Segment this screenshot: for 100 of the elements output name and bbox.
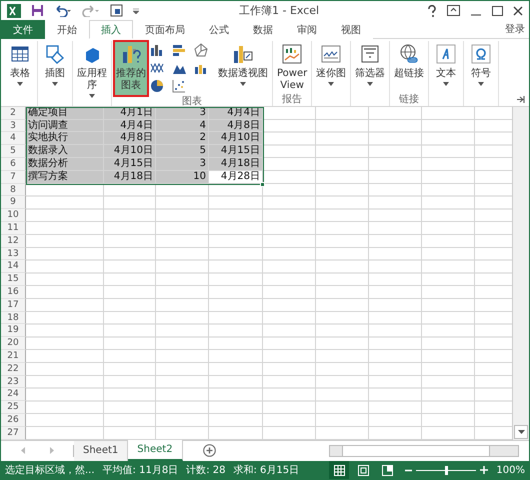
table-cell: 4月10日	[104, 145, 156, 158]
page-icon	[358, 464, 369, 476]
shapes-icon	[44, 42, 66, 65]
table-cell: 10	[156, 170, 209, 184]
ribbon-button[interactable]: 表格	[5, 40, 35, 94]
row-number: 26	[1, 414, 26, 427]
page-break-icon	[382, 464, 393, 476]
zoom-thumb[interactable]	[444, 466, 448, 474]
row-number: 5	[1, 145, 26, 158]
bar-chart-icon[interactable]	[150, 42, 164, 57]
close-icon[interactable]	[513, 6, 523, 16]
table-cell: 实地执行	[26, 132, 104, 146]
window-title: 工作簿1 - Excel	[239, 3, 320, 18]
table-cell: 4月8日	[104, 132, 156, 146]
row-number: 6	[1, 158, 26, 171]
sum-value: 求和: 6月15日	[233, 464, 300, 477]
row-number: 14	[1, 260, 26, 274]
count-value: 计数: 28	[186, 464, 226, 477]
scroll-down-icon[interactable]	[518, 430, 524, 434]
row-number: 11	[1, 222, 26, 235]
sheet-tab[interactable]: Sheet1	[74, 440, 128, 461]
table-cell: 4月18日	[209, 158, 263, 171]
table-cell: 4月18日	[104, 170, 156, 184]
save-icon[interactable]	[31, 4, 44, 18]
sheet-tab[interactable]: Sheet2	[128, 440, 183, 461]
average-value: 平均值: 11月8日	[102, 464, 178, 477]
row-number: 21	[1, 350, 26, 363]
row-number: 12	[1, 234, 26, 248]
table-cell: 访问调查	[26, 120, 104, 132]
row-number: 18	[1, 312, 26, 324]
ribbon-button[interactable]: 推荐的 图表	[114, 40, 148, 96]
row-number: 4	[1, 132, 26, 146]
table-cell: 撰写方案	[26, 170, 104, 184]
line-chart-icon[interactable]	[150, 60, 164, 75]
globe-link-icon	[398, 42, 420, 65]
row-number: 19	[1, 324, 26, 338]
radar-chart-icon[interactable]	[194, 42, 208, 57]
ribbon-button[interactable]: 符号	[466, 40, 496, 94]
ribbon-display-icon[interactable]	[447, 5, 460, 16]
group-label: 图表	[181, 96, 203, 108]
sign-in-link[interactable]: 登录	[505, 22, 529, 36]
fill-handle[interactable]	[260, 182, 265, 187]
row-number: 7	[1, 170, 26, 184]
chart-board-icon	[281, 42, 304, 65]
ribbon-button[interactable]: 筛选器	[353, 40, 388, 94]
ribbon-button[interactable]: 数据透视图	[216, 40, 270, 96]
ribbon-button[interactable]: 文本	[431, 40, 462, 94]
grid-icon	[334, 464, 345, 476]
row-number: 9	[1, 196, 26, 210]
row-number: 16	[1, 286, 26, 299]
form-icon[interactable]	[110, 4, 123, 18]
table-cell: 2	[156, 132, 209, 146]
customize-caret-icon[interactable]	[133, 8, 139, 14]
spreadsheet-logo-icon	[7, 4, 21, 18]
filter-icon	[359, 42, 382, 65]
row-number: 22	[1, 362, 26, 376]
table-cell: 3	[156, 158, 209, 171]
ribbon-button[interactable]: 超链接	[392, 40, 426, 94]
row-number: 10	[1, 209, 26, 222]
table-cell: 4月8日	[209, 120, 263, 132]
undo-icon[interactable]	[54, 4, 72, 17]
row-number: 8	[1, 184, 26, 196]
horizontal-bar-chart-icon[interactable]	[172, 42, 186, 57]
table-cell: 4月15日	[104, 158, 156, 171]
ribbon-button[interactable]: 迷你图	[314, 40, 348, 94]
normal-view-button[interactable]	[329, 461, 350, 479]
row-number: 20	[1, 337, 26, 350]
collapse-ribbon-icon[interactable]	[517, 96, 525, 103]
ribbon-button[interactable]: 插图	[40, 40, 70, 94]
row-number: 25	[1, 401, 26, 414]
table-cell: 数据录入	[26, 145, 104, 158]
scatter-chart-icon[interactable]	[172, 78, 186, 93]
horizontal-scrollbar[interactable]	[329, 444, 519, 457]
zoom-level[interactable]: 100%	[496, 464, 525, 476]
row-number: 2	[1, 106, 26, 120]
ribbon-button[interactable]: Power View	[275, 40, 310, 94]
help-icon[interactable]	[427, 4, 437, 17]
pie-chart-icon[interactable]	[150, 78, 164, 93]
group-label: 报告	[281, 94, 304, 106]
omega-icon	[470, 42, 492, 65]
add-sheet-icon[interactable]	[202, 444, 216, 458]
zoom-in-icon[interactable]	[480, 466, 488, 474]
row-number: 23	[1, 376, 26, 388]
ribbon-tab[interactable]: 插入	[89, 20, 133, 39]
ribbon-tab[interactable]: 文件	[1, 20, 45, 39]
maximize-icon[interactable]	[492, 6, 503, 16]
line-chart-icon	[320, 42, 342, 65]
group-label: 链接	[398, 94, 420, 106]
ribbon-button[interactable]: 应用程 序	[75, 40, 109, 100]
table-cell: 4月4日	[104, 120, 156, 132]
row-number: 17	[1, 298, 26, 312]
row-number: 15	[1, 273, 26, 286]
vertical-scrollbar[interactable]	[512, 106, 529, 440]
table-cell: 5	[156, 145, 209, 158]
table-cell: 4月15日	[209, 145, 263, 158]
table-cell: 4月10日	[209, 132, 263, 146]
row-number: 13	[1, 248, 26, 260]
table-cell: 4	[156, 120, 209, 132]
row-number: 3	[1, 120, 26, 132]
row-number: 27	[1, 426, 26, 440]
